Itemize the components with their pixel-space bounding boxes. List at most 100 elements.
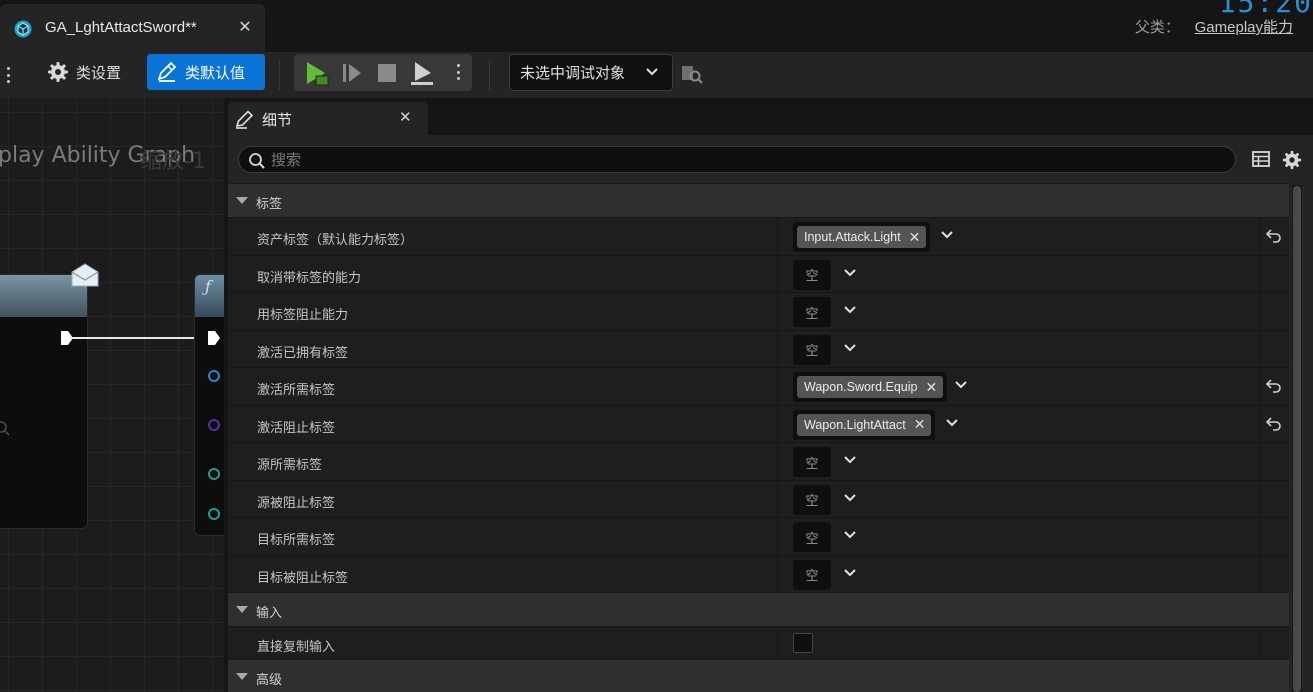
chevron-down-icon[interactable] [941,231,953,239]
debug-object-value: 未选中调试对象 [520,64,626,82]
property-name: 取消带标签的能力 [257,270,362,286]
category-advanced[interactable]: 高级 [228,659,1289,692]
details-search[interactable] [238,146,1236,173]
toolbar: 类设置 类默认值 未选中调试对象 [0,52,1313,98]
column-divider [1260,368,1261,405]
property-name: 目标所需标签 [257,533,336,548]
tag-container[interactable]: 空 [793,297,831,327]
property-list: 标签 资产标签（默认能力标签） Input.Attack.Light ✕ 取消带… [228,183,1289,692]
tag-container[interactable]: Wapon.Sword.Equip ✕ [793,372,948,402]
category-tags[interactable]: 标签 [228,183,1289,217]
find-in-blueprint-icon[interactable] [681,63,703,85]
property-row: 源被阻止标签 空 [228,479,1289,517]
tag-container[interactable]: 空 [793,484,831,515]
column-divider [1260,218,1261,255]
parent-class-label: 父类： [1134,18,1180,36]
column-divider [777,293,778,330]
search-icon [249,153,265,169]
tag-chip[interactable]: Wapon.Sword.Equip ✕ [797,376,944,398]
tag-container[interactable]: Input.Attack.Light ✕ [793,222,931,252]
chevron-down-icon[interactable] [844,306,856,314]
search-input[interactable] [271,150,1171,170]
property-row: 取消带标签的能力 空 [228,254,1289,292]
reset-to-default-icon[interactable] [1266,379,1282,393]
event-node[interactable] [0,274,88,529]
tag-container[interactable]: 空 [793,559,831,590]
column-divider [777,405,778,442]
tag-chip-label: Wapon.LightAttact [804,417,906,432]
class-settings-label: 类设置 [76,63,122,82]
chevron-down-icon[interactable] [844,343,856,352]
function-node[interactable]: ƒ [194,274,224,536]
column-divider [777,443,778,480]
column-divider [1260,405,1261,442]
property-matrix-icon[interactable] [1252,151,1270,167]
input-pin[interactable] [208,468,220,480]
chevron-down-icon [646,68,658,76]
column-divider [1260,555,1261,592]
tag-chip[interactable]: Input.Attack.Light ✕ [797,226,927,248]
parent-class-link[interactable]: Gameplay能力 [1195,19,1293,36]
tag-container[interactable]: 空 [793,334,831,365]
play-options-icon[interactable] [454,61,462,83]
empty-tag-label: 空 [805,531,819,547]
chevron-down-icon[interactable] [946,418,958,427]
tag-container[interactable]: 空 [793,447,831,477]
input-pin[interactable] [208,508,220,520]
replicate-input-checkbox[interactable] [793,633,813,653]
details-tab[interactable]: 细节 ✕ [228,102,428,135]
tag-container[interactable]: 空 [793,259,831,290]
scrollbar-thumb[interactable] [1293,186,1301,692]
chevron-down-icon[interactable] [844,456,856,464]
input-pin[interactable] [208,419,220,431]
chevron-down-icon[interactable] [844,268,856,277]
tag-container[interactable]: 空 [793,522,831,552]
tag-container[interactable]: Wapon.LightAttact ✕ [793,409,936,440]
reset-to-default-icon[interactable] [1266,229,1282,243]
step-icon[interactable] [339,60,365,86]
category-input[interactable]: 输入 [228,592,1289,626]
graph-canvas[interactable]: play Ability Graph 缩放-1 ƒ [0,98,224,692]
property-row: 直接复制输入 [228,626,1289,659]
property-row: 目标被阻止标签 空 [228,554,1289,592]
chevron-down-icon[interactable] [844,531,856,539]
collapse-arrow-icon[interactable] [236,673,248,680]
class-settings-button[interactable]: 类设置 [38,54,130,90]
column-divider [1260,255,1261,292]
tag-chip-label: Wapon.Sword.Equip [804,380,918,394]
column-divider [1260,518,1261,555]
empty-tag-label: 空 [805,456,819,472]
toolbar-options-icon[interactable] [4,64,12,86]
column-divider [777,555,778,592]
eject-icon[interactable] [409,60,435,86]
remove-tag-icon[interactable]: ✕ [909,229,921,246]
blueprint-icon [14,20,32,38]
remove-tag-icon[interactable]: ✕ [914,416,926,433]
close-details-icon[interactable]: ✕ [399,108,412,126]
column-divider [777,627,778,659]
exec-in-pin[interactable] [207,330,221,346]
collapse-arrow-icon[interactable] [236,606,248,613]
property-name: 用标签阻止能力 [257,308,349,323]
category-label: 高级 [256,673,283,688]
stop-icon[interactable] [374,60,400,86]
column-divider [777,218,778,255]
chevron-down-icon[interactable] [844,493,856,502]
collapse-arrow-icon[interactable] [236,197,248,204]
close-tab-icon[interactable]: ✕ [237,17,253,36]
play-icon[interactable] [303,60,329,86]
empty-tag-label: 空 [805,494,819,509]
tag-chip[interactable]: Wapon.LightAttact ✕ [797,413,932,436]
chevron-down-icon[interactable] [844,568,856,577]
settings-gear-icon[interactable] [1282,150,1302,170]
property-row: 用标签阻止能力 空 [228,292,1289,330]
details-panel: 标签 资产标签（默认能力标签） Input.Attack.Light ✕ 取消带… [228,135,1313,692]
reset-to-default-icon[interactable] [1266,416,1282,431]
chevron-down-icon[interactable] [955,381,967,389]
document-tab[interactable]: GA_LghtAttactSword** ✕ [0,4,265,52]
input-pin[interactable] [208,370,220,382]
debug-object-select[interactable]: 未选中调试对象 [509,54,673,91]
class-defaults-button[interactable]: 类默认值 [147,54,265,90]
search-icon [0,421,10,436]
remove-tag-icon[interactable]: ✕ [926,379,938,396]
